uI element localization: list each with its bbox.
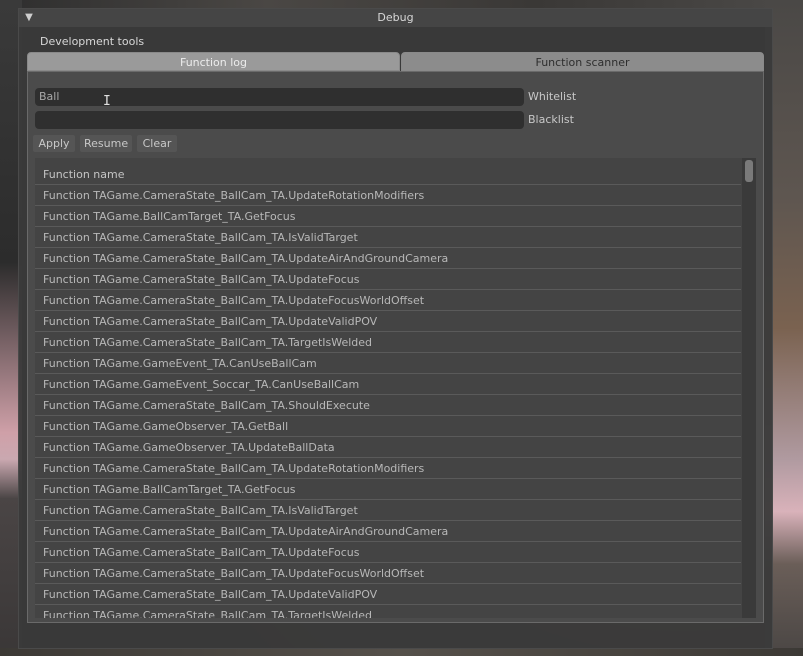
list-item[interactable]: Function TAGame.CameraState_BallCam_TA.U…	[35, 584, 741, 605]
function-log-rows: Function name Function TAGame.CameraStat…	[35, 164, 741, 618]
window-title: Debug	[377, 11, 414, 24]
resume-button[interactable]: Resume	[80, 135, 132, 152]
list-item[interactable]: Function TAGame.CameraState_BallCam_TA.U…	[35, 542, 741, 563]
list-item[interactable]: Function TAGame.CameraState_BallCam_TA.U…	[35, 185, 741, 206]
vertical-scrollbar[interactable]	[742, 158, 756, 618]
list-item[interactable]: Function TAGame.CameraState_BallCam_TA.U…	[35, 563, 741, 584]
background-game-scene-bottom	[0, 648, 803, 656]
section-header-development-tools[interactable]: Development tools	[40, 35, 144, 48]
background-game-scene-top	[0, 0, 803, 8]
debug-window: ▼ Debug Development tools Function log F…	[18, 8, 773, 649]
list-item[interactable]: Function TAGame.CameraState_BallCam_TA.T…	[35, 332, 741, 353]
tab-function-scanner[interactable]: Function scanner	[401, 52, 764, 71]
window-titlebar[interactable]: ▼ Debug	[19, 9, 772, 27]
function-log-panel: I Whitelist Blacklist Apply Resume Clear…	[27, 71, 764, 623]
collapse-triangle-icon[interactable]: ▼	[23, 9, 35, 27]
list-item[interactable]: Function TAGame.CameraState_BallCam_TA.U…	[35, 269, 741, 290]
list-item[interactable]: Function TAGame.BallCamTarget_TA.GetFocu…	[35, 206, 741, 227]
tab-bar: Function log Function scanner	[27, 52, 764, 71]
list-item[interactable]: Function TAGame.CameraState_BallCam_TA.I…	[35, 227, 741, 248]
list-item[interactable]: Function TAGame.CameraState_BallCam_TA.U…	[35, 290, 741, 311]
list-item[interactable]: Function TAGame.CameraState_BallCam_TA.U…	[35, 311, 741, 332]
list-item[interactable]: Function TAGame.GameEvent_TA.CanUseBallC…	[35, 353, 741, 374]
list-item[interactable]: Function TAGame.BallCamTarget_TA.GetFocu…	[35, 479, 741, 500]
function-log-list[interactable]: Function name Function TAGame.CameraStat…	[35, 158, 756, 618]
clear-button[interactable]: Clear	[137, 135, 177, 152]
list-item[interactable]: Function TAGame.CameraState_BallCam_TA.U…	[35, 521, 741, 542]
list-item[interactable]: Function TAGame.CameraState_BallCam_TA.U…	[35, 458, 741, 479]
list-item[interactable]: Function TAGame.CameraState_BallCam_TA.T…	[35, 605, 741, 618]
whitelist-label: Whitelist	[528, 90, 577, 103]
apply-button[interactable]: Apply	[33, 135, 75, 152]
list-item[interactable]: Function TAGame.CameraState_BallCam_TA.I…	[35, 500, 741, 521]
blacklist-input[interactable]	[35, 111, 524, 129]
list-header-function-name: Function name	[35, 164, 741, 185]
list-item[interactable]: Function TAGame.GameObserver_TA.UpdateBa…	[35, 437, 741, 458]
list-item[interactable]: Function TAGame.GameEvent_Soccar_TA.CanU…	[35, 374, 741, 395]
scrollbar-thumb[interactable]	[745, 160, 753, 182]
tab-function-log[interactable]: Function log	[27, 52, 400, 71]
blacklist-label: Blacklist	[528, 113, 574, 126]
list-item[interactable]: Function TAGame.CameraState_BallCam_TA.U…	[35, 248, 741, 269]
list-item[interactable]: Function TAGame.GameObserver_TA.GetBall	[35, 416, 741, 437]
list-item[interactable]: Function TAGame.CameraState_BallCam_TA.S…	[35, 395, 741, 416]
text-cursor-icon: I	[103, 94, 111, 109]
